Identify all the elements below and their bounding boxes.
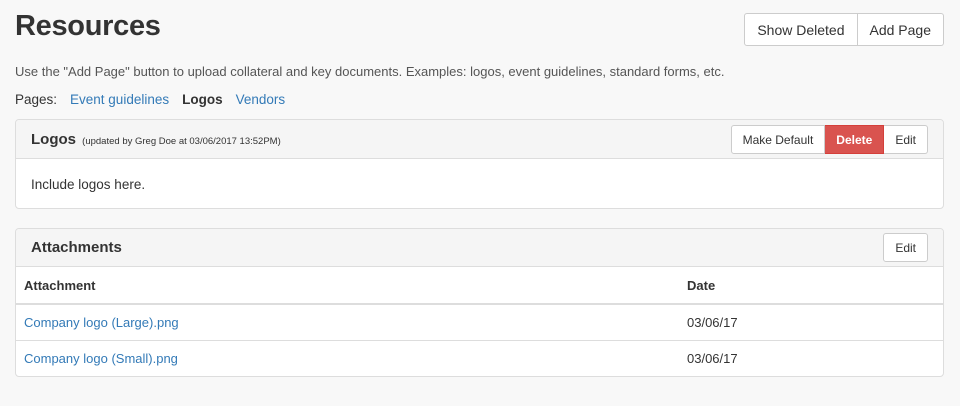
add-page-button[interactable]: Add Page [857,13,944,46]
logos-updated-meta: (updated by Greg Doe at 03/06/2017 13:52… [82,136,281,147]
table-header-row: Attachment Date [16,267,943,305]
attachments-panel-heading: Attachments Edit [16,229,943,267]
pages-label: Pages: [15,92,58,107]
column-header-attachment: Attachment [16,267,679,305]
table-row: Company logo (Small).png 03/06/17 [16,340,943,376]
attachments-edit-button[interactable]: Edit [883,233,928,262]
logos-panel: Logos (updated by Greg Doe at 03/06/2017… [15,119,944,209]
logos-panel-heading: Logos (updated by Greg Doe at 03/06/2017… [16,120,943,159]
attachment-link[interactable]: Company logo (Large).png [24,315,179,330]
logos-title-text: Logos [31,131,76,148]
table-row: Company logo (Large).png 03/06/17 [16,304,943,341]
top-actions: Show Deleted Add Page [744,13,944,46]
attachments-panel: Attachments Edit Attachment Date Company… [15,228,944,377]
attachment-cell: Company logo (Small).png [16,340,679,376]
show-deleted-button[interactable]: Show Deleted [744,13,858,46]
attachments-table: Attachment Date Company logo (Large).png… [16,267,943,376]
attachments-panel-title: Attachments [31,239,122,256]
logos-edit-button[interactable]: Edit [884,125,928,154]
page-link-event-guidelines[interactable]: Event guidelines [70,92,169,107]
delete-button[interactable]: Delete [825,125,885,154]
date-cell: 03/06/17 [679,304,943,341]
make-default-button[interactable]: Make Default [730,125,826,154]
attachment-link[interactable]: Company logo (Small).png [24,351,178,366]
logos-panel-body: Include logos here. [31,177,146,192]
page-link-vendors[interactable]: Vendors [236,92,286,107]
pages-nav: Pages: Event guidelines Logos Vendors [15,92,298,107]
help-text: Use the "Add Page" button to upload coll… [15,64,725,79]
attachment-cell: Company logo (Large).png [16,304,679,341]
column-header-date: Date [679,267,943,305]
logos-panel-title: Logos (updated by Greg Doe at 03/06/2017… [31,131,281,148]
logos-panel-actions: Make Default Delete Edit [730,125,928,154]
page-title: Resources [15,10,161,42]
page-link-logos: Logos [182,92,223,107]
date-cell: 03/06/17 [687,350,738,366]
